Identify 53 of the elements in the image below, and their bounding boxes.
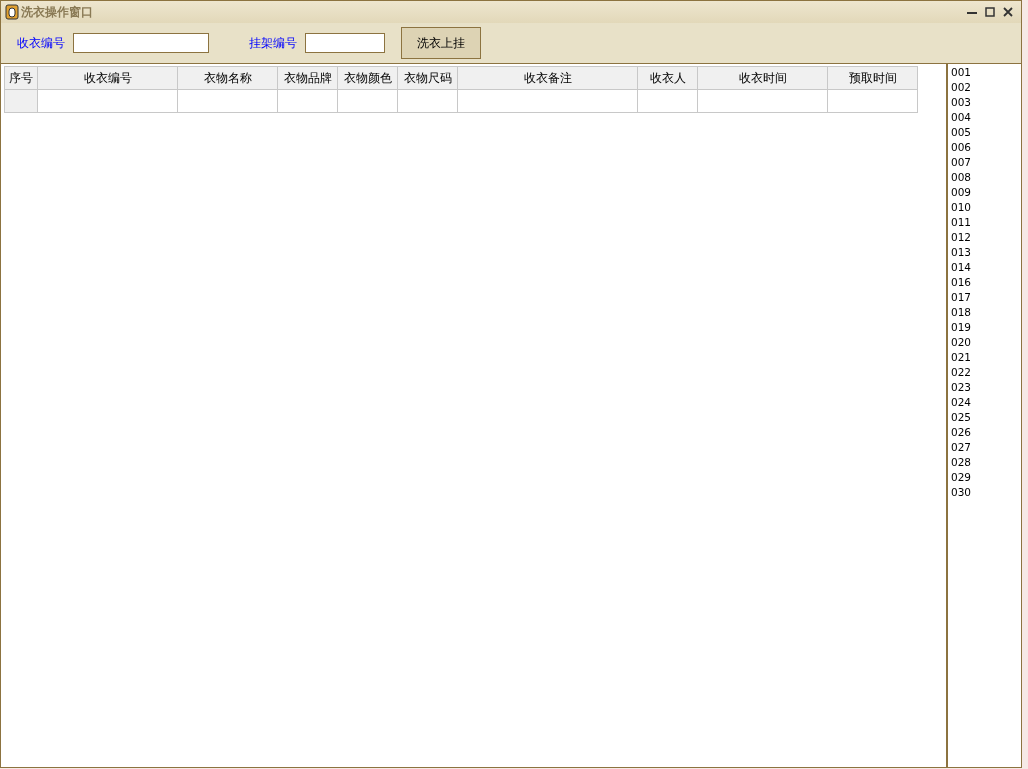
input-field[interactable] (305, 33, 385, 53)
list-item[interactable]: 024 (951, 395, 1021, 410)
input-field[interactable] (73, 33, 209, 53)
list-item[interactable]: 018 (951, 305, 1021, 320)
list-item[interactable]: 027 (951, 440, 1021, 455)
column-header: 收衣人 (637, 66, 698, 90)
list-item[interactable]: 002 (951, 80, 1021, 95)
table-cell (637, 89, 698, 113)
list-item[interactable]: 030 (951, 485, 1021, 500)
hang-button[interactable]: 洗衣上挂 (401, 27, 481, 59)
close-icon[interactable] (1003, 7, 1013, 17)
column-header: 收衣编号 (37, 66, 178, 90)
field-label: 收衣编号 (17, 35, 65, 52)
list-item[interactable]: 014 (951, 260, 1021, 275)
column-header: 收衣时间 (697, 66, 828, 90)
list-item[interactable]: 013 (951, 245, 1021, 260)
list-item[interactable]: 003 (951, 95, 1021, 110)
list-item[interactable]: 012 (951, 230, 1021, 245)
table-cell (277, 89, 338, 113)
list-item[interactable]: 017 (951, 290, 1021, 305)
table-cell (4, 89, 38, 113)
list-item[interactable]: 004 (951, 110, 1021, 125)
column-header: 衣物品牌 (277, 66, 338, 90)
list-item[interactable]: 010 (951, 200, 1021, 215)
table-cell (397, 89, 458, 113)
list-item[interactable]: 025 (951, 410, 1021, 425)
app-icon (5, 4, 19, 20)
table-cell (337, 89, 398, 113)
list-item[interactable]: 009 (951, 185, 1021, 200)
list-item[interactable]: 019 (951, 320, 1021, 335)
list-item[interactable]: 026 (951, 425, 1021, 440)
field-label: 挂架编号 (249, 35, 297, 52)
list-item[interactable]: 028 (951, 455, 1021, 470)
column-header: 收衣备注 (457, 66, 638, 90)
list-item[interactable]: 016 (951, 275, 1021, 290)
list-item[interactable]: 023 (951, 380, 1021, 395)
column-header: 预取时间 (827, 66, 918, 90)
column-header: 衣物尺码 (397, 66, 458, 90)
column-header: 序号 (4, 66, 38, 90)
maximize-icon[interactable] (985, 7, 995, 17)
list-item[interactable]: 001 (951, 65, 1021, 80)
list-item[interactable]: 020 (951, 335, 1021, 350)
list-item[interactable]: 029 (951, 470, 1021, 485)
column-header: 衣物名称 (177, 66, 278, 90)
list-item[interactable]: 021 (951, 350, 1021, 365)
list-item[interactable]: 022 (951, 365, 1021, 380)
list-item[interactable]: 006 (951, 140, 1021, 155)
window-title: 洗衣操作窗口 (21, 4, 93, 21)
list-item[interactable]: 011 (951, 215, 1021, 230)
list-item[interactable]: 007 (951, 155, 1021, 170)
list-item[interactable]: 008 (951, 170, 1021, 185)
column-header: 衣物颜色 (337, 66, 398, 90)
list-item[interactable]: 005 (951, 125, 1021, 140)
